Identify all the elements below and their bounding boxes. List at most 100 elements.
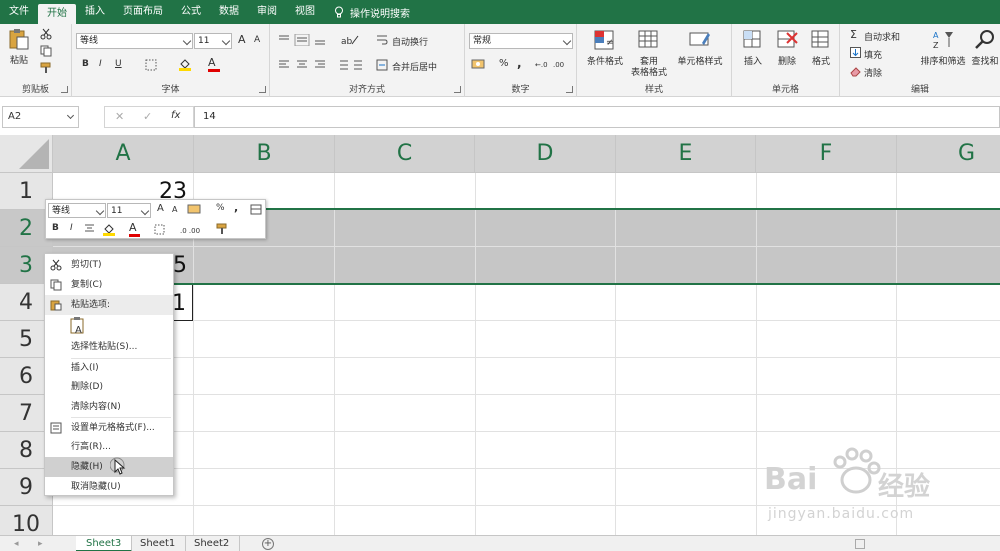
fill-button[interactable]: 填充	[864, 48, 882, 61]
comma-button[interactable]: ,	[517, 56, 522, 70]
prev-sheet-icon[interactable]: ◂	[14, 539, 19, 549]
enter-icon[interactable]: ✓	[143, 110, 152, 123]
mini-fill-color-icon[interactable]	[102, 222, 116, 236]
copy-icon[interactable]	[40, 45, 52, 57]
sheet-tab-sheet1[interactable]: Sheet1	[130, 536, 187, 551]
horizontal-scrollbar[interactable]	[855, 539, 865, 549]
formula-input[interactable]: 14	[194, 106, 1000, 128]
column-header-e[interactable]: E	[616, 135, 756, 173]
menu-item-delete[interactable]: 删除(D)	[45, 377, 173, 397]
grow-font-button[interactable]: A	[238, 33, 246, 46]
format-painter-icon[interactable]	[40, 62, 52, 74]
menu-paste-options-label: 粘贴选项:	[71, 300, 111, 310]
mini-decimal-icons[interactable]: .0 .00	[180, 224, 212, 235]
bold-button[interactable]: B	[82, 59, 89, 69]
mini-center-align-icon[interactable]	[84, 224, 95, 234]
accounting-format-icon[interactable]	[471, 58, 489, 70]
column-header-b[interactable]: B	[194, 135, 335, 173]
find-select-button[interactable]: 查找和	[970, 29, 1000, 68]
tab-formulas[interactable]: 公式	[172, 0, 210, 24]
select-all-corner[interactable]	[0, 135, 53, 173]
underline-button[interactable]: U	[115, 59, 122, 69]
alignment-launcher[interactable]	[454, 86, 461, 93]
tab-review[interactable]: 审阅	[248, 0, 286, 24]
menu-item-row-height[interactable]: 行高(R)...	[45, 437, 173, 457]
column-header-c[interactable]: C	[335, 135, 475, 173]
font-color-button[interactable]: A	[208, 56, 220, 72]
selected-row-3[interactable]	[53, 247, 1000, 284]
clipboard-launcher[interactable]	[61, 86, 68, 93]
mini-comma-button[interactable]: ,	[234, 201, 238, 214]
tab-view[interactable]: 视图	[286, 0, 324, 24]
font-launcher[interactable]	[259, 86, 266, 93]
percent-button[interactable]: %	[499, 58, 509, 69]
mini-bold-button[interactable]: B	[52, 223, 59, 233]
delete-cells-button[interactable]: 删除	[772, 29, 802, 68]
sort-filter-button[interactable]: AZ 排序和筛选	[918, 29, 968, 68]
mini-borders-icon[interactable]	[154, 224, 165, 235]
conditional-format-button[interactable]: ≠ 条件格式	[583, 29, 627, 68]
scissors-icon[interactable]	[40, 28, 52, 40]
tell-me-search[interactable]: 操作说明搜索	[324, 5, 410, 20]
column-header-d[interactable]: D	[475, 135, 616, 173]
borders-icon[interactable]	[145, 59, 157, 71]
paste-clipboard-icon[interactable]: A	[69, 317, 87, 335]
menu-item-unhide[interactable]: 取消隐藏(U)	[45, 477, 173, 497]
autosum-button[interactable]: 自动求和	[864, 30, 900, 43]
name-box[interactable]: A2	[2, 106, 79, 128]
column-header-g[interactable]: G	[897, 135, 1000, 173]
menu-item-insert[interactable]: 插入(I)	[45, 358, 173, 378]
column-header-a[interactable]: A	[53, 135, 194, 173]
mini-merge-icon[interactable]	[250, 204, 262, 215]
mini-size-combo[interactable]: 11	[107, 203, 151, 218]
styles-group-label: 样式	[644, 85, 663, 95]
mini-percent-button[interactable]: %	[216, 203, 225, 213]
insert-cells-button[interactable]: 插入	[738, 29, 768, 68]
menu-item-clear-contents[interactable]: 清除内容(N)	[45, 397, 173, 417]
mini-shrink-font-button[interactable]: A	[172, 205, 177, 214]
tab-page-layout[interactable]: 页面布局	[114, 0, 172, 24]
add-sheet-button[interactable]: +	[262, 538, 274, 550]
font-name-combo[interactable]: 等线	[76, 33, 193, 49]
orientation-icon[interactable]: ab	[340, 34, 360, 46]
format-as-table-button[interactable]: 套用 表格格式	[627, 29, 671, 79]
next-sheet-icon[interactable]: ▸	[38, 539, 43, 549]
horizontal-align-icons[interactable]	[278, 59, 330, 71]
mini-grow-font-button[interactable]: A	[157, 203, 164, 214]
tab-home[interactable]: 开始	[38, 4, 76, 24]
clear-button[interactable]: 清除	[864, 66, 882, 79]
mini-italic-button[interactable]: I	[70, 223, 73, 233]
mini-font-combo[interactable]: 等线	[48, 203, 106, 218]
menu-item-paste-special[interactable]: 选择性粘贴(S)...	[45, 337, 173, 357]
italic-button[interactable]: I	[99, 59, 102, 69]
vertical-align-icons[interactable]	[278, 34, 330, 46]
menu-item-format-cells[interactable]: 设置单元格格式(F)...	[45, 418, 173, 438]
menu-item-copy[interactable]: 复制(C)	[45, 275, 173, 295]
column-header-f[interactable]: F	[756, 135, 897, 173]
font-size-combo[interactable]: 11	[194, 33, 232, 49]
insert-function-icon[interactable]: fx	[171, 110, 180, 121]
shrink-font-button[interactable]: A	[254, 35, 260, 45]
number-format-combo[interactable]: 常规	[469, 33, 573, 49]
decimal-icons[interactable]: ←.0 .00	[535, 58, 571, 70]
indent-icons[interactable]	[336, 59, 366, 71]
format-cells-button[interactable]: 格式	[806, 29, 836, 68]
menu-item-hide[interactable]: 隐藏(H)	[45, 457, 173, 477]
tab-data[interactable]: 数据	[210, 0, 248, 24]
row-header-10[interactable]: 10	[0, 506, 53, 535]
fill-color-icon[interactable]	[178, 57, 192, 71]
number-launcher[interactable]	[566, 86, 573, 93]
wrap-text-button[interactable]: 自动换行	[392, 35, 428, 48]
tab-insert[interactable]: 插入	[76, 0, 114, 24]
mini-font-color-button[interactable]: A	[129, 221, 140, 237]
sheet-tab-sheet3[interactable]: Sheet3	[76, 536, 133, 551]
menu-item-cut[interactable]: 剪切(T)	[45, 255, 173, 275]
mini-accounting-icon[interactable]	[187, 204, 209, 215]
cancel-icon[interactable]: ✕	[115, 110, 124, 123]
sheet-tab-sheet2[interactable]: Sheet2	[184, 536, 241, 551]
paste-button[interactable]: 粘贴	[4, 28, 34, 67]
mini-format-painter-icon[interactable]	[216, 223, 228, 235]
tab-file[interactable]: 文件	[0, 0, 38, 24]
cell-styles-button[interactable]: 单元格样式	[673, 29, 727, 68]
merge-center-button[interactable]: 合并后居中	[392, 60, 437, 73]
